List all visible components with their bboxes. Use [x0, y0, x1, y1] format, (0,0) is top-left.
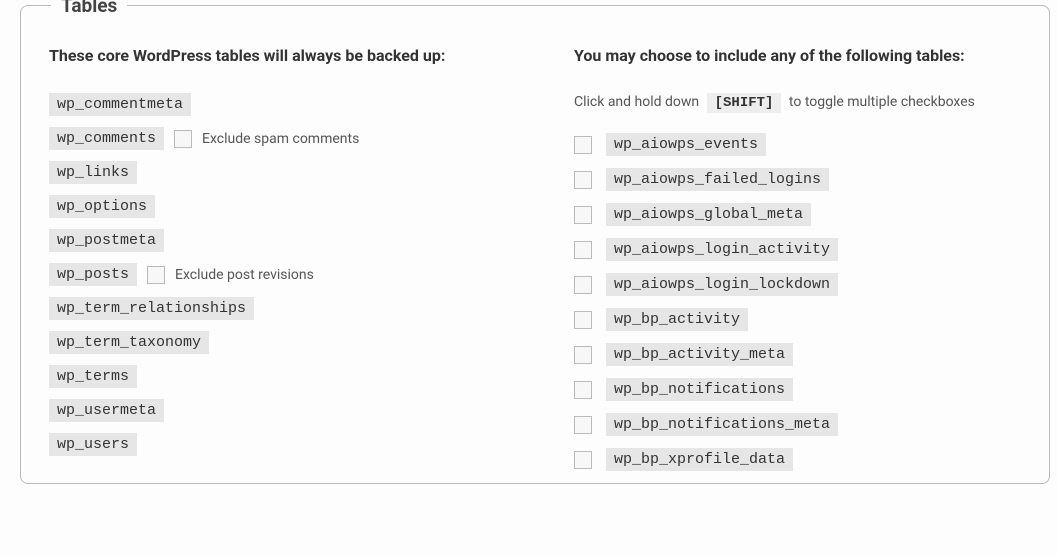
- core-table-row: wp_links: [49, 161, 544, 184]
- table-name: wp_comments: [49, 127, 164, 150]
- table-name: wp_aiowps_login_lockdown: [606, 273, 838, 296]
- hint-prefix: Click and hold down: [574, 94, 699, 110]
- optional-tables-list: wp_aiowps_events wp_aiowps_failed_loginsw…: [574, 133, 1039, 471]
- table-name: wp_terms: [49, 365, 137, 388]
- core-tables-list: wp_commentmeta wp_comments Exclude spam co…: [49, 93, 544, 456]
- core-table-row: wp_usermeta: [49, 399, 544, 422]
- table-name: wp_bp_activity_meta: [606, 343, 793, 366]
- columns-container: These core WordPress tables will always …: [21, 6, 1049, 483]
- exclude-checkbox[interactable]: [174, 130, 192, 148]
- include-checkbox[interactable]: [574, 346, 592, 364]
- core-table-row: wp_users: [49, 433, 544, 456]
- core-table-row: wp_term_taxonomy: [49, 331, 544, 354]
- optional-table-row: wp_aiowps_login_activity: [574, 238, 1039, 261]
- table-name: wp_usermeta: [49, 399, 164, 422]
- core-table-row: wp_commentmeta: [49, 93, 544, 116]
- table-name: wp_commentmeta: [49, 93, 191, 116]
- table-name: wp_links: [49, 161, 137, 184]
- table-name: wp_aiowps_events: [606, 133, 766, 156]
- table-name: wp_term_relationships: [49, 297, 254, 320]
- core-tables-heading: These core WordPress tables will always …: [49, 46, 544, 65]
- core-table-row: wp_terms: [49, 365, 544, 388]
- include-checkbox[interactable]: [574, 451, 592, 469]
- include-checkbox[interactable]: [574, 381, 592, 399]
- table-name: wp_bp_activity: [606, 308, 748, 331]
- core-table-row: wp_comments Exclude spam comments: [49, 127, 544, 150]
- hint-suffix: to toggle multiple checkboxes: [789, 94, 975, 110]
- table-name: wp_aiowps_global_meta: [606, 203, 811, 226]
- table-name: wp_postmeta: [49, 229, 164, 252]
- table-name: wp_aiowps_login_activity: [606, 238, 838, 261]
- core-table-row: wp_posts Exclude post revisions: [49, 263, 544, 286]
- optional-table-row: wp_bp_notifications_meta: [574, 413, 1039, 436]
- shift-hint: Click and hold down [SHIFT] to toggle mu…: [574, 93, 1039, 113]
- table-name: wp_options: [49, 195, 155, 218]
- shift-key-label: [SHIFT]: [707, 93, 782, 113]
- optional-table-row: wp_aiowps_events: [574, 133, 1039, 156]
- include-checkbox[interactable]: [574, 416, 592, 434]
- table-name: wp_users: [49, 433, 137, 456]
- table-name: wp_bp_notifications_meta: [606, 413, 838, 436]
- optional-table-row: wp_aiowps_login_lockdown: [574, 273, 1039, 296]
- table-name: wp_posts: [49, 263, 137, 286]
- optional-table-row: wp_bp_activity: [574, 308, 1039, 331]
- optional-tables-column: You may choose to include any of the fol…: [544, 46, 1039, 483]
- core-table-row: wp_postmeta: [49, 229, 544, 252]
- optional-table-row: wp_aiowps_failed_logins: [574, 168, 1039, 191]
- include-checkbox[interactable]: [574, 171, 592, 189]
- include-checkbox[interactable]: [574, 311, 592, 329]
- core-table-row: wp_options: [49, 195, 544, 218]
- core-tables-column: These core WordPress tables will always …: [49, 46, 544, 483]
- optional-table-row: wp_bp_activity_meta: [574, 343, 1039, 366]
- core-table-row: wp_term_relationships: [49, 297, 544, 320]
- exclude-label: Exclude post revisions: [175, 267, 314, 283]
- table-name: wp_term_taxonomy: [49, 331, 209, 354]
- optional-table-row: wp_aiowps_global_meta: [574, 203, 1039, 226]
- tables-fieldset: Tables These core WordPress tables will …: [20, 5, 1050, 484]
- exclude-checkbox[interactable]: [147, 266, 165, 284]
- include-checkbox[interactable]: [574, 136, 592, 154]
- include-checkbox[interactable]: [574, 241, 592, 259]
- optional-tables-heading: You may choose to include any of the fol…: [574, 46, 1039, 65]
- table-name: wp_bp_xprofile_data: [606, 448, 793, 471]
- exclude-label: Exclude spam comments: [202, 131, 359, 147]
- include-checkbox[interactable]: [574, 206, 592, 224]
- table-name: wp_bp_notifications: [606, 378, 793, 401]
- section-title: Tables: [51, 0, 127, 17]
- optional-table-row: wp_bp_xprofile_data: [574, 448, 1039, 471]
- include-checkbox[interactable]: [574, 276, 592, 294]
- table-name: wp_aiowps_failed_logins: [606, 168, 829, 191]
- optional-table-row: wp_bp_notifications: [574, 378, 1039, 401]
